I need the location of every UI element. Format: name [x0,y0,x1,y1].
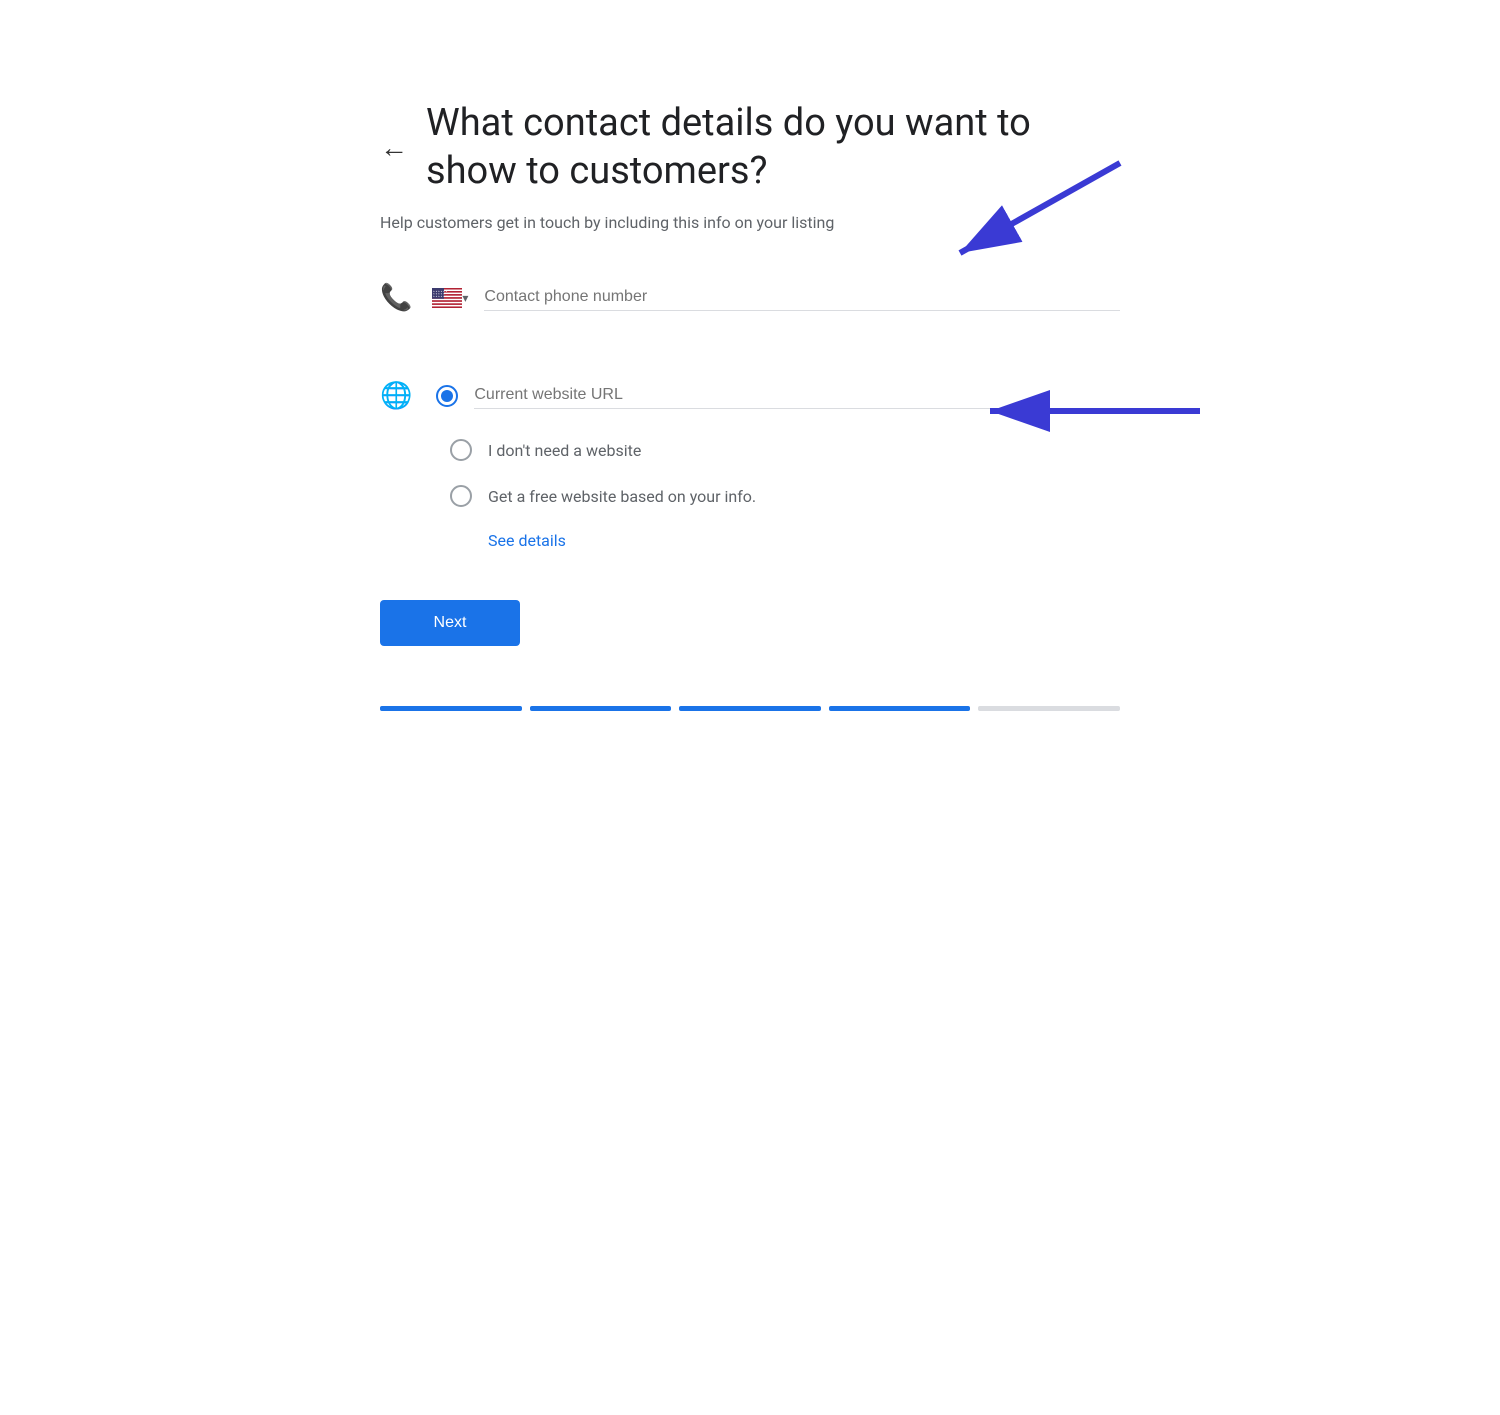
website-section-wrapper: 🌐 [380,381,1120,550]
phone-input-wrapper [484,286,1120,311]
radio-option-free[interactable]: Get a free website based on your info. [450,485,756,507]
see-details-link[interactable]: See details [488,531,1120,550]
progress-segment-1 [380,706,522,711]
progress-segment-5 [978,706,1120,711]
radio-none-label: I don't need a website [488,441,641,460]
progress-segment-2 [530,706,672,711]
radio-none-outer[interactable] [450,439,472,461]
phone-section: 📞 [380,283,1120,333]
phone-icon: 📞 [380,283,412,313]
radio-option-none-row: I don't need a website [450,439,1120,461]
radio-current-outer[interactable] [436,385,458,407]
progress-segment-4 [829,706,971,711]
website-url-row: 🌐 [380,381,1120,411]
radio-current-inner [441,390,453,402]
phone-section-wrapper: 📞 [380,283,1120,333]
back-button[interactable]: ← [380,134,408,162]
next-button[interactable]: Next [380,600,520,646]
progress-bar [380,706,1120,711]
radio-option-current[interactable] [436,385,474,407]
dropdown-arrow-icon: ▾ [462,291,468,305]
progress-segment-3 [679,706,821,711]
website-options-list: I don't need a website Get a free websit… [450,439,1120,550]
globe-icon: 🌐 [380,381,412,411]
country-selector[interactable]: ★ ★ ★ ★ ★ ★ ★ ★ ★ ★ ★ ★ ★ ★ ★ ★ ★ ▾ [432,288,468,308]
subtitle-text: Help customers get in touch by including… [380,211,1120,235]
header-row: ← What contact details do you want to sh… [380,100,1120,195]
radio-option-free-row: Get a free website based on your info. [450,485,1120,507]
phone-input[interactable] [484,288,1120,306]
radio-option-none[interactable]: I don't need a website [450,439,641,461]
url-input-wrapper [474,384,1120,409]
page-title: What contact details do you want to show… [426,100,1120,195]
url-row-wrapper: 🌐 [380,381,1120,411]
svg-text:★ ★ ★ ★ ★ ★: ★ ★ ★ ★ ★ ★ [433,295,448,298]
url-input[interactable] [474,386,1120,404]
radio-free-outer[interactable] [450,485,472,507]
us-flag-icon: ★ ★ ★ ★ ★ ★ ★ ★ ★ ★ ★ ★ ★ ★ ★ ★ ★ [432,288,462,308]
radio-free-label: Get a free website based on your info. [488,487,756,506]
main-container: ← What contact details do you want to sh… [360,60,1140,751]
